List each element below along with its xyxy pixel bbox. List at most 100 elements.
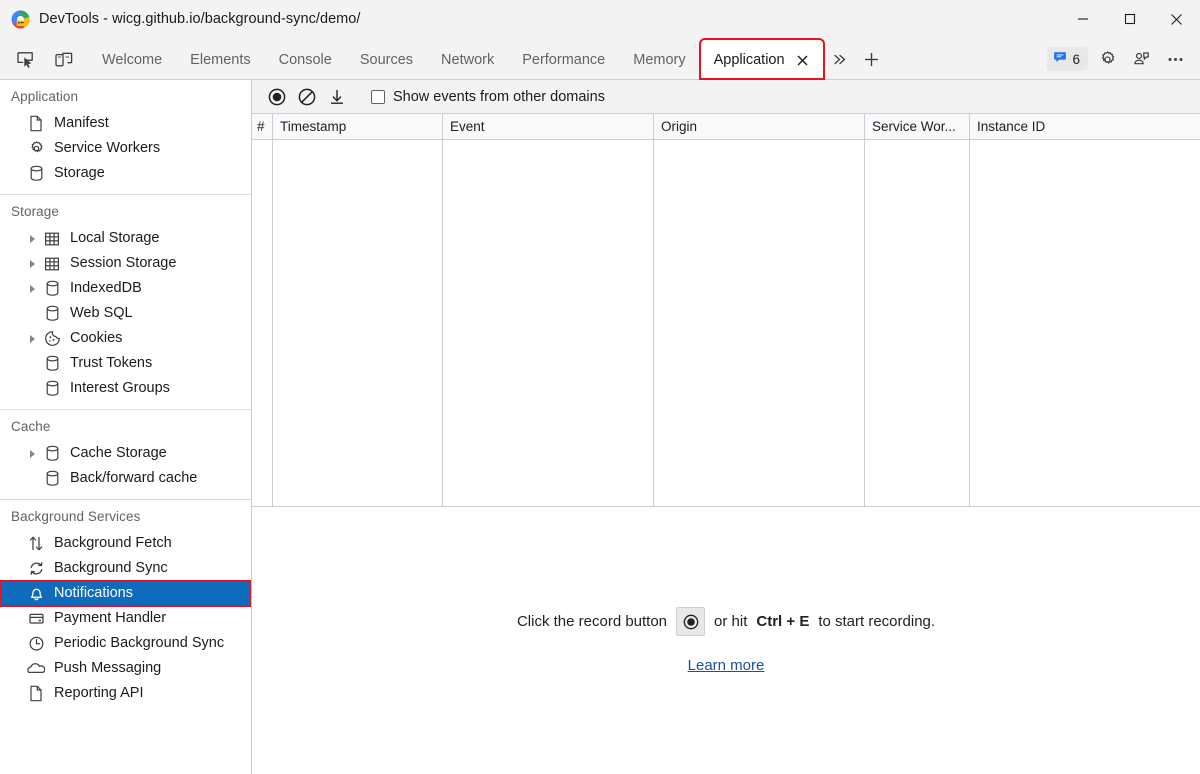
sidebar-item-notifications[interactable]: Notifications — [0, 580, 251, 607]
sidebar-item-label: Storage — [54, 165, 105, 182]
sidebar-section-storage: Storage Local Storage Session Storage In… — [0, 195, 251, 410]
window-title: DevTools - wicg.github.io/background-syn… — [39, 11, 361, 27]
sidebar-item-storage[interactable]: Storage — [0, 161, 251, 186]
tab-welcome[interactable]: Welcome — [88, 39, 176, 79]
ellipsis-horizontal-icon[interactable] — [1160, 45, 1190, 73]
tab-bar-tools — [0, 39, 78, 79]
show-other-domains-checkbox[interactable]: Show events from other domains — [371, 89, 605, 105]
sidebar-item-local-storage[interactable]: Local Storage — [0, 226, 251, 251]
column-header-index[interactable]: # — [252, 114, 273, 139]
clear-button[interactable] — [293, 84, 321, 110]
window-controls — [1059, 0, 1200, 38]
sidebar-item-reporting-api[interactable]: Reporting API — [0, 681, 251, 706]
sidebar-item-label: Back/forward cache — [70, 470, 198, 487]
database-icon — [41, 380, 63, 397]
plus-icon[interactable] — [856, 39, 888, 79]
sidebar-item-manifest[interactable]: Manifest — [0, 111, 251, 136]
customize-devtools-icon[interactable] — [1126, 45, 1156, 73]
expand-triangle-icon[interactable] — [25, 334, 39, 343]
expand-triangle-icon[interactable] — [25, 259, 39, 268]
devtools-body: Application Manifest Service Workers Sto… — [0, 80, 1200, 774]
record-button[interactable] — [263, 84, 291, 110]
sidebar-item-label: Background Sync — [54, 560, 168, 577]
sidebar-item-background-sync[interactable]: Background Sync — [0, 556, 251, 581]
sidebar-item-label: Periodic Background Sync — [54, 635, 225, 652]
sidebar-item-back-forward-cache[interactable]: Back/forward cache — [0, 466, 251, 491]
tab-sources[interactable]: Sources — [346, 39, 427, 79]
column-header-origin[interactable]: Origin — [654, 114, 865, 139]
section-title: Cache — [11, 419, 51, 434]
sidebar-section-background-services: Background Services Background Fetch Bac… — [0, 500, 251, 714]
console-message-badge[interactable]: 6 — [1047, 47, 1088, 71]
column-header-instance-id[interactable]: Instance ID — [970, 114, 1200, 139]
database-icon — [41, 305, 63, 322]
section-title: Background Services — [11, 509, 141, 524]
sidebar-item-indexeddb[interactable]: IndexedDB — [0, 276, 251, 301]
tab-label: Performance — [522, 52, 606, 68]
sidebar-item-web-sql[interactable]: Web SQL — [0, 301, 251, 326]
close-icon[interactable] — [796, 53, 810, 67]
column-header-event[interactable]: Event — [443, 114, 654, 139]
expand-triangle-icon[interactable] — [25, 234, 39, 243]
sidebar-item-label: Background Fetch — [54, 535, 172, 552]
export-button[interactable] — [323, 84, 351, 110]
tab-memory[interactable]: Memory — [619, 39, 699, 79]
sidebar-item-label: Local Storage — [70, 230, 160, 247]
column-body-service-worker — [865, 140, 970, 506]
chevron-double-right-icon[interactable] — [824, 39, 856, 79]
tab-label: Welcome — [102, 52, 163, 68]
database-icon — [41, 470, 63, 487]
checkbox-label: Show events from other domains — [393, 88, 605, 105]
main-panel: Show events from other domains # Timesta… — [252, 80, 1200, 774]
tab-performance[interactable]: Performance — [508, 39, 619, 79]
minimize-button[interactable] — [1059, 0, 1106, 38]
tab-network[interactable]: Network — [427, 39, 508, 79]
section-title: Application — [11, 89, 79, 104]
device-toolbar-button[interactable] — [48, 45, 78, 73]
sidebar-item-label: Cookies — [70, 330, 123, 347]
sidebar-item-interest-groups[interactable]: Interest Groups — [0, 376, 251, 401]
sidebar-item-service-workers[interactable]: Service Workers — [0, 136, 251, 161]
sidebar-item-cookies[interactable]: Cookies — [0, 326, 251, 351]
devtools-app-logo-icon — [11, 9, 30, 29]
inline-record-button[interactable] — [676, 607, 706, 636]
document-icon — [25, 685, 47, 702]
column-body-timestamp — [273, 140, 443, 506]
tab-label: Elements — [190, 52, 251, 68]
column-header-service-worker[interactable]: Service Wor... — [865, 114, 970, 139]
empty-text-after: to start recording. — [818, 613, 936, 630]
column-header-timestamp[interactable]: Timestamp — [273, 114, 443, 139]
sidebar-item-background-fetch[interactable]: Background Fetch — [0, 531, 251, 556]
tab-label: Network — [441, 52, 495, 68]
events-table: # Timestamp Event Origin Service Wor... … — [252, 114, 1200, 507]
expand-triangle-icon[interactable] — [25, 449, 39, 458]
sidebar-item-session-storage[interactable]: Session Storage — [0, 251, 251, 276]
table-body-empty — [252, 140, 1200, 506]
learn-more-link[interactable]: Learn more — [688, 657, 765, 674]
sidebar-item-payment-handler[interactable]: Payment Handler — [0, 606, 251, 631]
maximize-button[interactable] — [1106, 0, 1153, 38]
sidebar-item-periodic-background-sync[interactable]: Periodic Background Sync — [0, 631, 251, 656]
title-bar-left: DevTools - wicg.github.io/background-syn… — [0, 9, 1059, 29]
inspect-element-button[interactable] — [10, 45, 40, 73]
gear-icon[interactable] — [1092, 45, 1122, 73]
sidebar-section-cache: Cache Cache Storage Back/forward cache — [0, 410, 251, 500]
tab-application[interactable]: Application — [698, 38, 825, 80]
bell-icon — [25, 585, 47, 602]
database-icon — [25, 165, 47, 182]
sidebar-item-cache-storage[interactable]: Cache Storage — [0, 441, 251, 466]
expand-triangle-icon[interactable] — [25, 284, 39, 293]
empty-state-message: Click the record button or hit Ctrl + E … — [517, 607, 935, 636]
sidebar-item-trust-tokens[interactable]: Trust Tokens — [0, 351, 251, 376]
close-button[interactable] — [1153, 0, 1200, 38]
sidebar-section-application: Application Manifest Service Workers Sto… — [0, 80, 251, 195]
checkbox-box[interactable] — [371, 89, 385, 104]
database-icon — [41, 355, 63, 372]
message-bubble-icon — [1053, 50, 1067, 69]
tab-console[interactable]: Console — [265, 39, 346, 79]
tab-elements[interactable]: Elements — [176, 39, 264, 79]
sidebar-item-label: Interest Groups — [70, 380, 170, 397]
sidebar-item-push-messaging[interactable]: Push Messaging — [0, 656, 251, 681]
cookie-icon — [41, 330, 63, 347]
credit-card-icon — [25, 610, 47, 627]
